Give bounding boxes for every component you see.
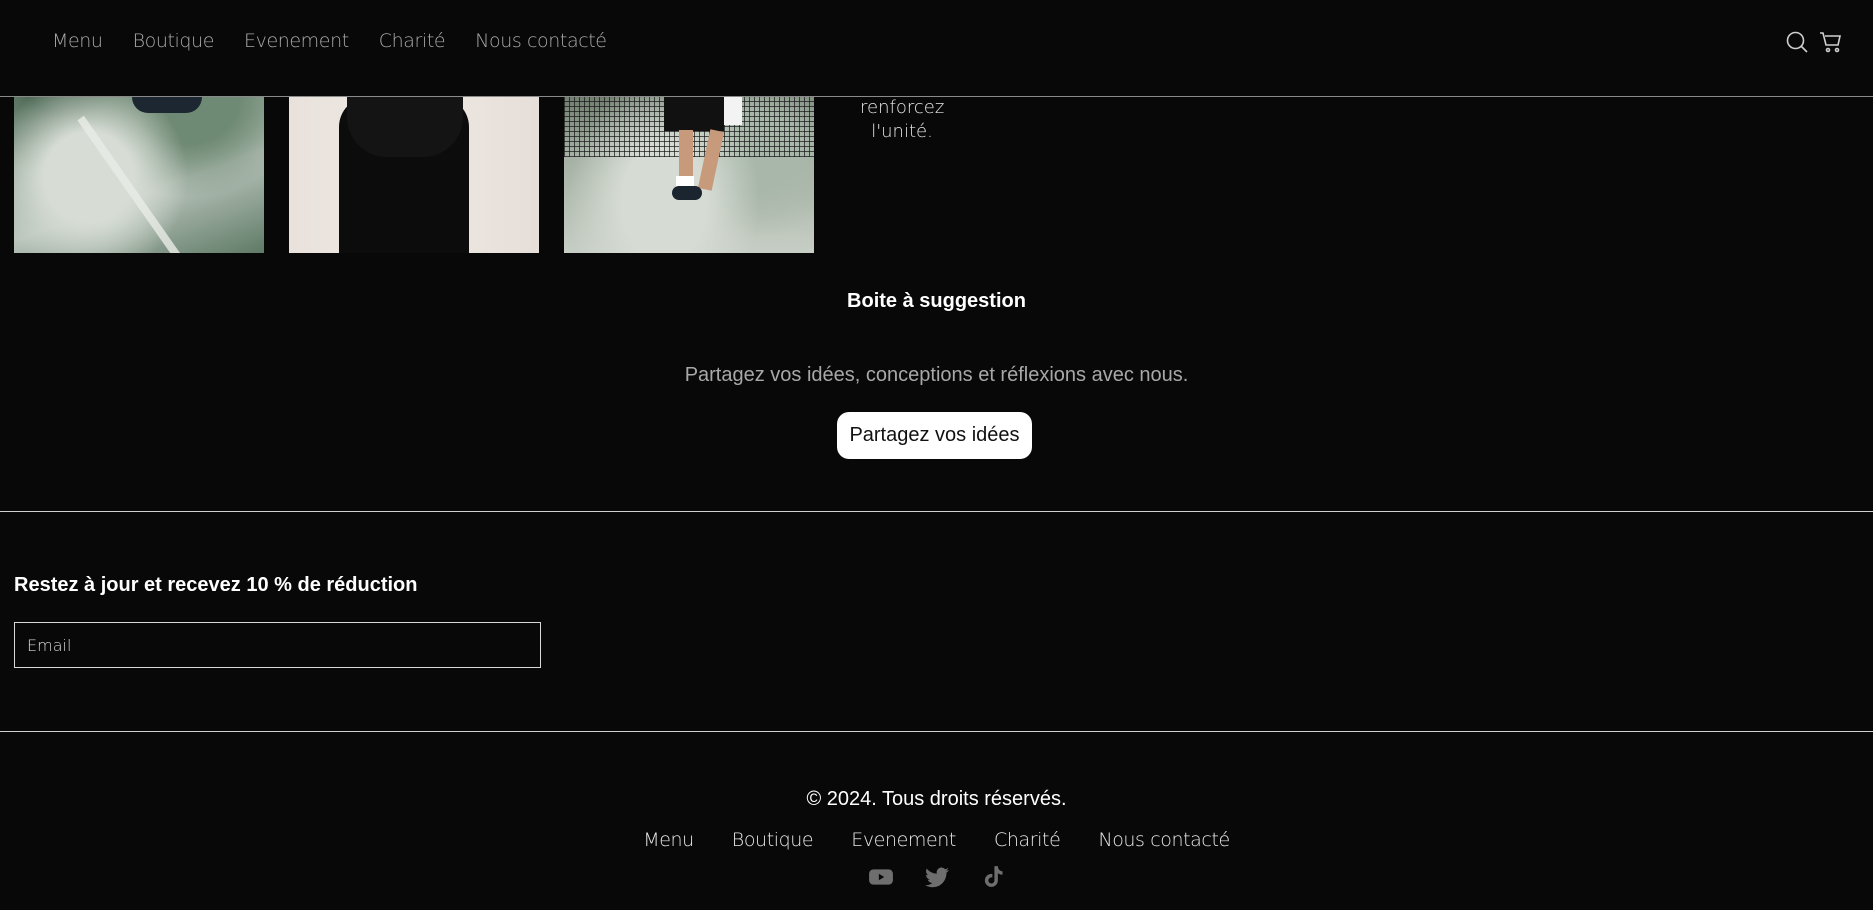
- nav-item-contact[interactable]: Nous contacté: [475, 30, 607, 52]
- email-field[interactable]: [14, 622, 541, 668]
- nav-item-charite[interactable]: Charité: [379, 30, 446, 52]
- footer-nav-evenement[interactable]: Evenement: [851, 829, 956, 851]
- nav-item-menu[interactable]: Menu: [52, 30, 103, 52]
- copyright-text: © 2024. Tous droits réservés.: [806, 788, 1067, 810]
- suggestion-text: Partagez vos idées, conceptions et réfle…: [684, 364, 1189, 386]
- social-links: [0, 864, 1873, 890]
- search-icon[interactable]: [1785, 30, 1809, 54]
- footer-nav: Menu Boutique Evenement Charité Nous con…: [0, 829, 1873, 851]
- newsletter-title: Restez à jour et recevez 10 % de réducti…: [14, 574, 418, 596]
- site-header: Menu Boutique Evenement Charité Nous con…: [0, 0, 1873, 97]
- nav-item-evenement[interactable]: Evenement: [244, 30, 349, 52]
- nav-item-boutique[interactable]: Boutique: [133, 30, 215, 52]
- twitter-icon[interactable]: [924, 864, 950, 890]
- footer-divider: [0, 731, 1873, 732]
- youtube-icon[interactable]: [868, 864, 894, 890]
- main-nav: Menu Boutique Evenement Charité Nous con…: [52, 30, 637, 52]
- suggestion-title: Boite à suggestion: [847, 290, 1026, 312]
- share-ideas-button[interactable]: Partagez vos idées: [837, 412, 1032, 459]
- cart-icon[interactable]: [1819, 30, 1843, 54]
- footer-nav-contact[interactable]: Nous contacté: [1098, 829, 1230, 851]
- footer-nav-menu[interactable]: Menu: [643, 829, 694, 851]
- tiktok-icon[interactable]: [980, 864, 1006, 890]
- section-divider: [0, 511, 1873, 512]
- gallery-caption: renforcez l'unité.: [860, 97, 945, 142]
- footer-nav-charite[interactable]: Charité: [994, 829, 1061, 851]
- header-actions: [1785, 30, 1843, 54]
- footer-nav-boutique[interactable]: Boutique: [732, 829, 814, 851]
